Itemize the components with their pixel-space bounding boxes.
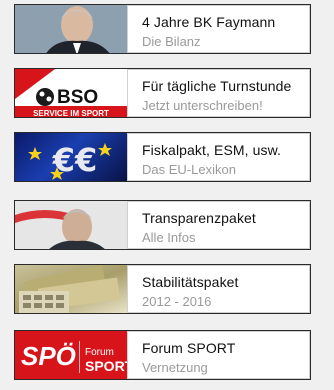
money-calculator-thumbnail — [15, 265, 128, 313]
teaser-title: Für tägliche Turnstunde — [142, 77, 292, 94]
teaser-card-transparenzpaket[interactable]: Transparenzpaket Alle Infos — [14, 200, 311, 250]
teaser-card-fiskalpakt[interactable]: €€ Fiskalpakt, ESM, usw. Das EU-Lexikon — [14, 132, 311, 182]
teaser-title: Transparenzpaket — [142, 209, 256, 226]
teaser-subtitle: Die Bilanz — [142, 33, 201, 49]
portrait-thumbnail — [15, 5, 128, 53]
teaser-subtitle: Jetzt unterschreiben! — [142, 97, 263, 113]
bso-logo: BSO SERVICE IM SPORT — [15, 69, 128, 117]
teaser-list: 4 Jahre BK Faymann Die Bilanz BSO SERVIC… — [0, 0, 334, 390]
spoe-forum-sport-logo: SPÖ Forum SPORT — [15, 331, 128, 379]
teaser-card-faymann[interactable]: 4 Jahre BK Faymann Die Bilanz — [14, 4, 311, 54]
teaser-title: Fiskalpakt, ESM, usw. — [142, 141, 282, 158]
teaser-title: Forum SPORT — [142, 339, 236, 356]
teaser-card-stabilitaetspaket[interactable]: Stabilitätspaket 2012 - 2016 — [14, 264, 311, 314]
portrait-thumbnail — [15, 201, 128, 249]
teaser-title: Stabilitätspaket — [142, 273, 239, 290]
teaser-subtitle: 2012 - 2016 — [142, 293, 212, 309]
sport-word: SPORT — [85, 358, 127, 374]
teaser-subtitle: Vernetzung — [142, 359, 208, 375]
teaser-subtitle: Das EU-Lexikon — [142, 161, 236, 177]
spoe-brand: SPÖ — [21, 341, 76, 371]
teaser-title: 4 Jahre BK Faymann — [142, 13, 276, 30]
teaser-card-forum-sport[interactable]: SPÖ Forum SPORT Forum SPORT Vernetzung — [14, 330, 311, 380]
euro-glyphs: €€ — [52, 141, 98, 179]
bso-logo-text: BSO — [57, 87, 98, 108]
forum-word: Forum — [85, 347, 114, 358]
bso-logo-band: SERVICE IM SPORT — [33, 109, 109, 117]
teaser-card-turnstunde[interactable]: BSO SERVICE IM SPORT Für tägliche Turnst… — [14, 68, 311, 118]
euro-stars-thumbnail: €€ — [15, 133, 128, 181]
teaser-subtitle: Alle Infos — [142, 229, 196, 245]
